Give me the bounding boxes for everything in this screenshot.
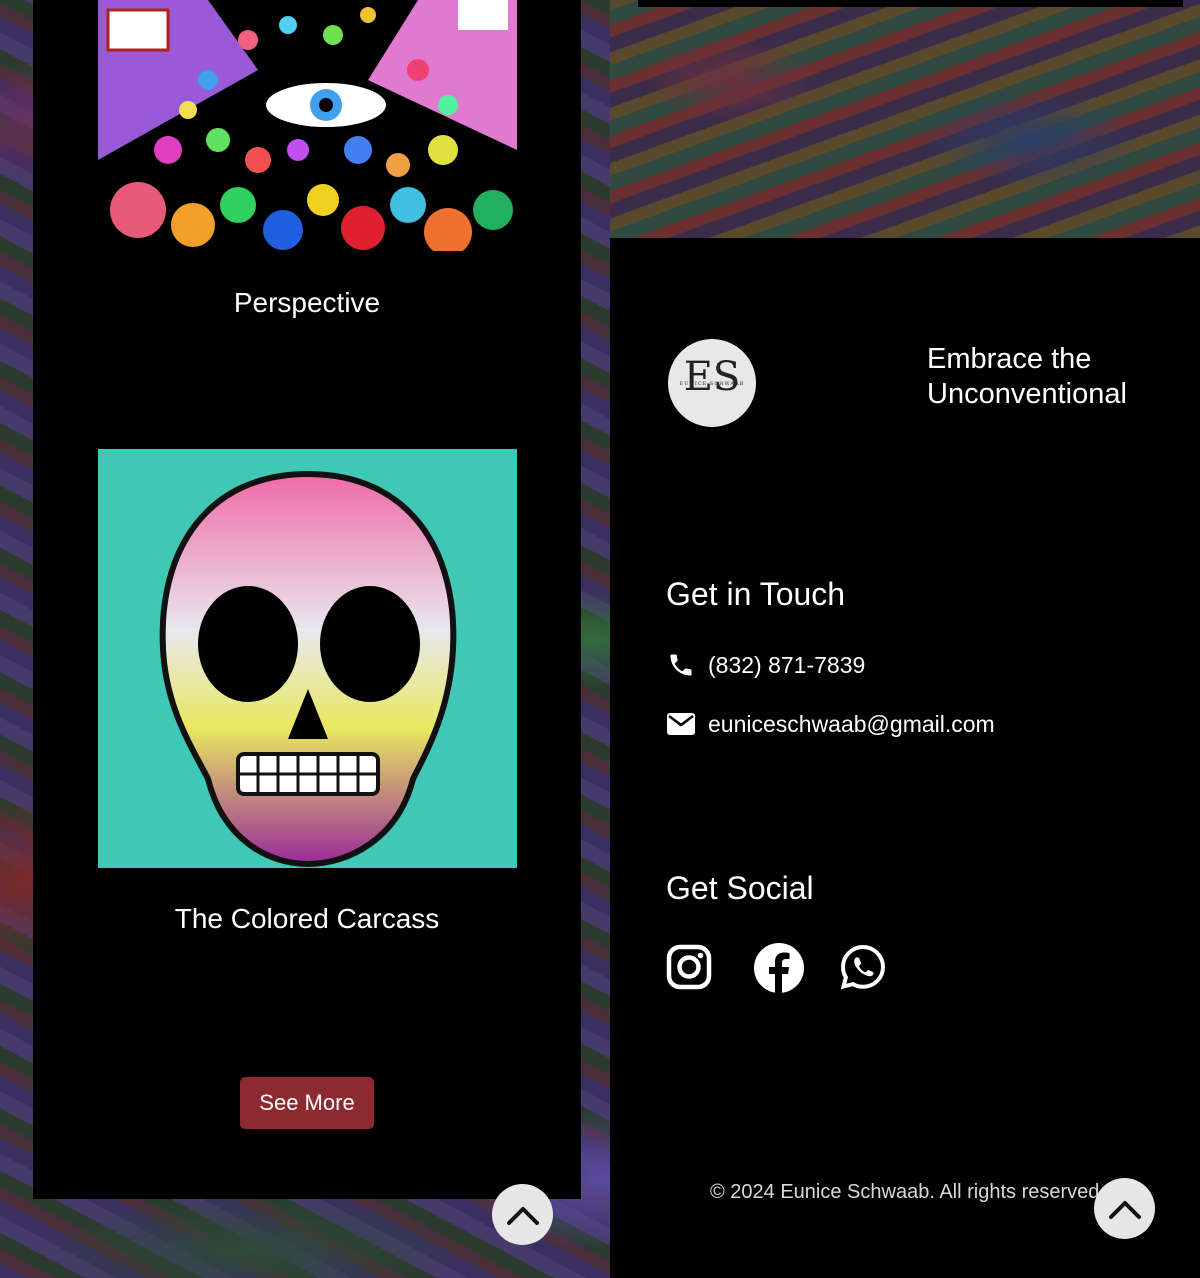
chevron-up-icon — [1108, 1200, 1141, 1219]
envelope-icon — [666, 709, 696, 739]
background-art-strip — [610, 0, 1200, 238]
site-footer: ES EUNICE SCHWAAB Embrace the Unconventi… — [610, 238, 1200, 1278]
back-to-top-button[interactable] — [492, 1184, 553, 1245]
artwork-colored-carcass-image[interactable] — [98, 449, 517, 868]
see-more-button[interactable]: See More — [240, 1077, 374, 1129]
artwork-perspective-image[interactable] — [98, 0, 517, 251]
contact-phone[interactable]: (832) 871-7839 — [708, 652, 865, 679]
brand-tagline: Embrace the Unconventional — [927, 343, 1127, 410]
logo-monogram: ES — [683, 354, 741, 400]
contact-email[interactable]: euniceschwaab@gmail.com — [708, 711, 995, 738]
artwork-title-colored-carcass[interactable]: The Colored Carcass — [33, 903, 581, 935]
phone-icon — [666, 650, 696, 680]
chevron-up-icon — [506, 1206, 539, 1225]
contact-heading: Get in Touch — [666, 576, 846, 612]
header-bar-edge — [638, 0, 1183, 7]
contact-phone-row[interactable]: (832) 871-7839 — [666, 650, 865, 680]
copyright-text: © 2024 Eunice Schwaab. All rights reserv… — [710, 1181, 1105, 1203]
contact-email-row[interactable]: euniceschwaab@gmail.com — [666, 709, 995, 739]
instagram-icon[interactable] — [666, 944, 712, 994]
gallery-panel: Perspective The Colored Carcass See More — [33, 0, 581, 1199]
facebook-icon[interactable] — [753, 942, 805, 998]
logo-name: EUNICE SCHWAAB — [679, 381, 745, 387]
social-heading: Get Social — [666, 870, 814, 906]
brand-logo[interactable]: ES EUNICE SCHWAAB — [668, 339, 756, 427]
back-to-top-button-footer[interactable] — [1094, 1178, 1155, 1239]
artwork-title-perspective[interactable]: Perspective — [33, 287, 581, 319]
whatsapp-icon[interactable] — [840, 944, 886, 994]
